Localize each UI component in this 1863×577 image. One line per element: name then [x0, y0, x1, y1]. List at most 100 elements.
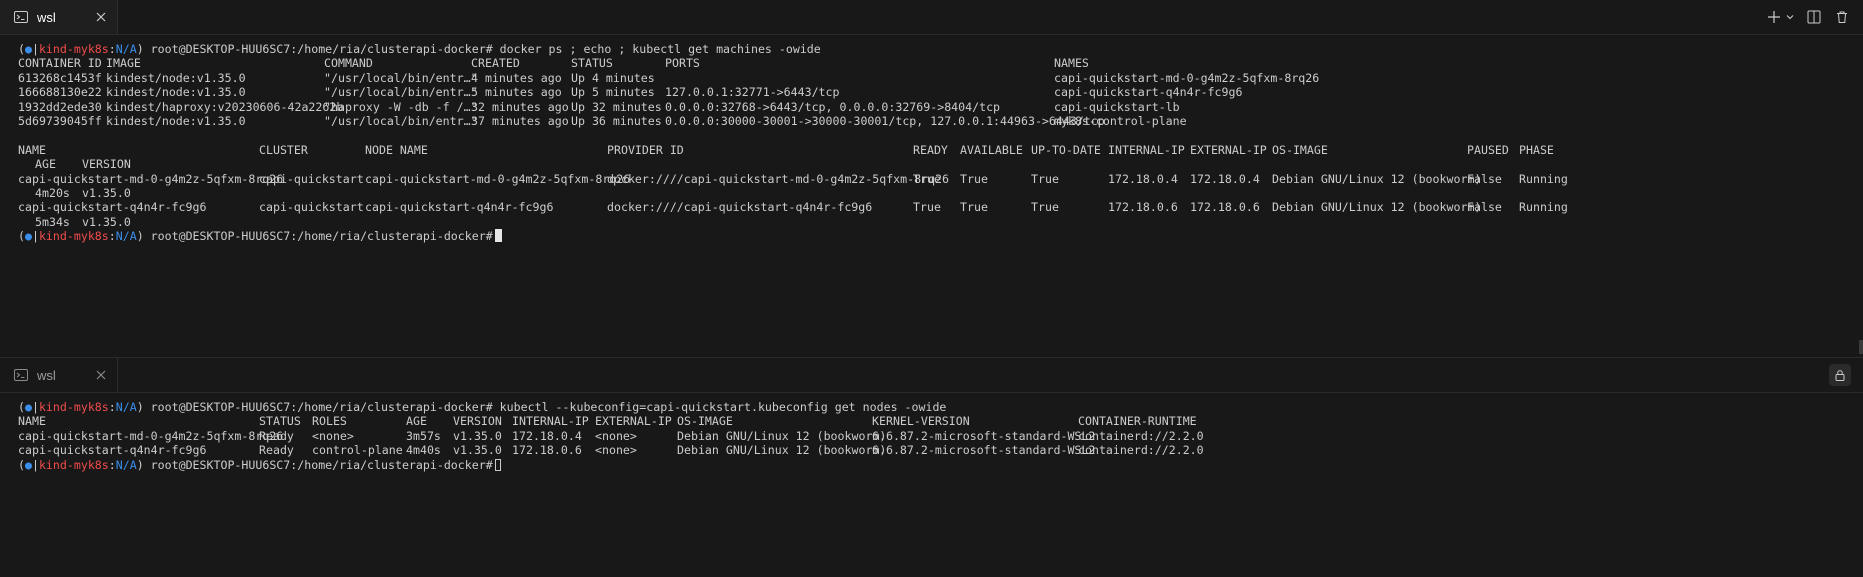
table-row: capi-quickstart-q4n4r-fc9g6 capi-quicksta… [0, 200, 1863, 214]
close-icon[interactable] [93, 367, 109, 383]
prompt-user-path: root@DESKTOP-HUU6SC7:/home/ria/clusterap… [143, 42, 493, 56]
table-cell: STATUS [571, 56, 613, 71]
table-cell: CREATED [471, 56, 520, 71]
table-cell: True [1031, 171, 1059, 186]
table-cell: NODE NAME [365, 142, 428, 157]
terminal-output-top[interactable]: (●|kind-myk8s:N/A) root@DESKTOP-HUU6SC7:… [0, 42, 1863, 243]
table-cell: 172.18.0.6 [1108, 200, 1178, 215]
prompt-close: ) [136, 229, 144, 244]
table-cell: 37 minutes ago [471, 113, 569, 128]
prompt-namespace: N/A [115, 400, 137, 414]
table-cell: PORTS [665, 56, 700, 71]
prompt-namespace: N/A [115, 229, 137, 244]
prompt-user-path: root@DESKTOP-HUU6SC7:/home/ria/clusterap… [143, 457, 493, 472]
table-cell: 5 minutes ago [471, 85, 562, 100]
table-cell: AGE [35, 157, 56, 172]
table-row: capi-quickstart-q4n4r-fc9g6 Ready control-… [0, 443, 1863, 457]
table-cell: EXTERNAL-IP [595, 414, 672, 429]
terminal-actions [1765, 0, 1851, 34]
terminal-pane-bottom[interactable]: wsl (●|kind-myk8s:N/A) root@DESKTOP-HUU6… [0, 357, 1863, 577]
scrollbar-top[interactable] [1859, 340, 1863, 354]
table-cell: CLUSTER [259, 142, 308, 157]
table-row-wrap: 5m34s v1.35.0 [0, 215, 1863, 229]
table-row: capi-quickstart-md-0-g4m2z-5qfxm-8rq26 ca… [0, 172, 1863, 186]
terminal-tab-wsl[interactable]: wsl [0, 0, 118, 34]
trash-icon[interactable] [1833, 8, 1851, 26]
table-cell: 3m57s [406, 428, 441, 443]
split-editor-icon[interactable] [1805, 8, 1823, 26]
table-cell: IMAGE [106, 56, 141, 71]
table-cell: CONTAINER-RUNTIME [1078, 414, 1197, 429]
prompt-colon: : [108, 457, 116, 472]
table-cell: "/usr/local/bin/entr…" [324, 113, 478, 128]
table-row: 1932dd2ede30 kindest/haproxy:v20230606-42… [0, 100, 1863, 114]
prompt-line: (●|kind-myk8s:N/A) root@DESKTOP-HUU6SC7:… [0, 229, 1863, 243]
terminal-tab-label: wsl [37, 9, 56, 25]
plus-icon[interactable] [1765, 8, 1783, 26]
lock-icon[interactable] [1829, 364, 1851, 386]
table-cell: Ready [259, 428, 294, 443]
table-cell: kindest/node:v1.35.0 [106, 113, 246, 128]
terminal-tabbar-top: wsl [0, 0, 1863, 35]
table-cell: Ready [259, 443, 294, 458]
table-cell: Up 36 minutes [571, 113, 662, 128]
table-cell: "/usr/local/bin/entr…" [324, 70, 478, 85]
table-cell: capi-quickstart-md-0-g4m2z-5qfxm-8rq26 [18, 171, 284, 186]
prompt-namespace: N/A [115, 457, 137, 472]
table-cell: 6.6.87.2-microsoft-standard-WSL2 [872, 443, 1096, 458]
table-cell: 6.6.87.2-microsoft-standard-WSL2 [872, 428, 1096, 443]
terminal-actions-bottom [1829, 358, 1851, 392]
terminal-tabbar-bottom: wsl [0, 358, 1863, 393]
prompt-separator: | [31, 42, 39, 56]
table-cell: CONTAINER ID [18, 56, 102, 71]
table-cell: kindest/node:v1.35.0 [106, 85, 246, 100]
table-cell: capi-quickstart-q4n4r-fc9g6 [18, 443, 207, 458]
table-header-row: NAME CLUSTER NODE NAME PROVIDER ID READY AVAI… [0, 143, 1863, 157]
table-cell: capi-quickstart-q4n4r-fc9g6 [365, 200, 554, 215]
table-cell: capi-quickstart-md-0-g4m2z-5qfxm-8rq26 [1054, 70, 1320, 85]
table-cell: True [1031, 200, 1059, 215]
chevron-down-icon[interactable] [1785, 8, 1795, 26]
close-icon[interactable] [93, 9, 109, 25]
table-header-row-wrap: AGE VERSION [0, 157, 1863, 171]
docker-ps-table: CONTAINER ID IMAGE COMMAND CREATED STATUS POR… [0, 56, 1863, 128]
table-cell: capi-quickstart-md-0-g4m2z-5qfxm-8rq26 [365, 171, 631, 186]
command-text: kubectl --kubeconfig=capi-quickstart.kub… [492, 400, 947, 414]
table-cell: INTERNAL-IP [512, 414, 589, 429]
terminal-tab-wsl[interactable]: wsl [0, 358, 118, 392]
table-cell: Running [1519, 171, 1568, 186]
terminal-output-bottom[interactable]: (●|kind-myk8s:N/A) root@DESKTOP-HUU6SC7:… [0, 400, 1863, 472]
table-cell: 127.0.0.1:32771->6443/tcp [665, 85, 840, 100]
table-cell: containerd://2.2.0 [1078, 428, 1204, 443]
table-cell: 172.18.0.4 [512, 428, 582, 443]
terminal-icon [14, 368, 28, 382]
prompt-separator: | [31, 400, 39, 414]
table-cell: 613268c1453f [18, 70, 102, 85]
table-cell: VERSION [82, 157, 131, 172]
prompt-close: ) [136, 457, 144, 472]
machines-table: NAME CLUSTER NODE NAME PROVIDER ID READY AVAI… [0, 143, 1863, 229]
terminal-icon [14, 10, 28, 24]
table-cell: <none> [312, 428, 354, 443]
prompt-open: ( [18, 457, 25, 472]
prompt-open: ( [18, 42, 25, 56]
table-cell: True [960, 200, 988, 215]
terminal-pane-top[interactable]: wsl (●|kind-myk8s:N/A) root@DESKTOP-HUU6… [0, 0, 1863, 356]
table-cell: EXTERNAL-IP [1190, 142, 1267, 157]
table-cell: 1932dd2ede30 [18, 99, 102, 114]
table-cell: True [960, 171, 988, 186]
prompt-venv-dot: ● [24, 457, 32, 472]
table-cell: 0.0.0.0:30000-30001->30000-30001/tcp, 12… [665, 113, 1105, 128]
table-row: capi-quickstart-md-0-g4m2z-5qfxm-8rq26 Re… [0, 429, 1863, 443]
command-text: docker ps ; echo ; kubectl get machines … [492, 42, 821, 56]
table-cell: READY [913, 142, 948, 157]
table-cell: 4 minutes ago [471, 70, 562, 85]
table-cell: PHASE [1519, 142, 1554, 157]
prompt-open: ( [18, 400, 25, 414]
table-header-row: CONTAINER ID IMAGE COMMAND CREATED STATUS POR… [0, 56, 1863, 70]
table-cell: <none> [595, 443, 637, 458]
prompt-close: ) [136, 42, 144, 56]
prompt-colon: : [108, 400, 116, 414]
table-cell: OS-IMAGE [1272, 142, 1328, 157]
table-cell: 4m40s [406, 443, 441, 458]
